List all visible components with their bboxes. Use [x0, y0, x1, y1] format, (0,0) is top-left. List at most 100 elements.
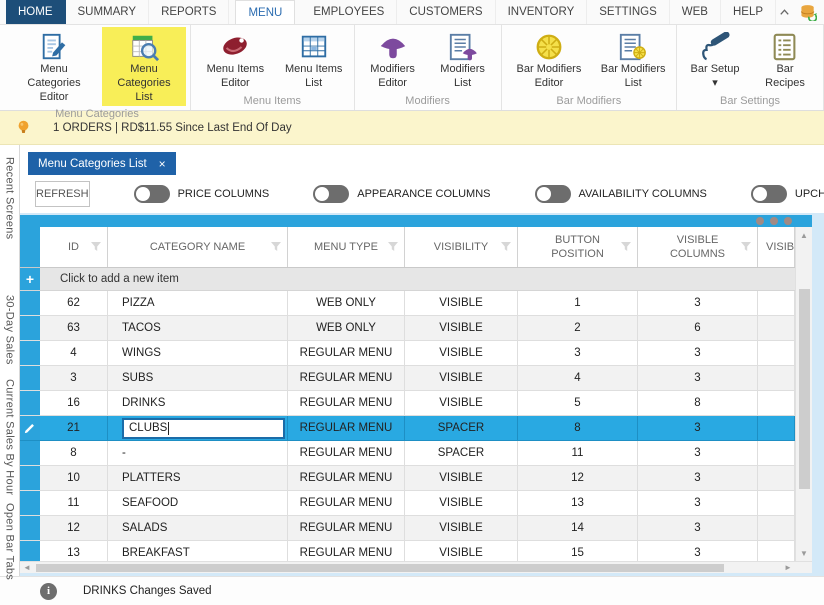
filter-icon[interactable] — [387, 241, 399, 253]
toggle-switch[interactable] — [751, 185, 787, 203]
close-icon[interactable]: × — [159, 157, 166, 171]
cell-id[interactable]: 13 — [40, 541, 108, 561]
cell-button-position[interactable]: 13 — [518, 491, 638, 515]
table-row[interactable]: 3SUBSREGULAR MENUVISIBLE43 — [20, 366, 795, 391]
cell-button-position[interactable]: 4 — [518, 366, 638, 390]
column-header-visible[interactable]: VISIBLE — [758, 227, 795, 267]
cell-visible-columns[interactable]: 8 — [638, 391, 758, 415]
filter-icon[interactable] — [740, 241, 752, 253]
bar-recipes-button[interactable]: Bar Recipes — [751, 27, 819, 93]
cell-button-position[interactable]: 3 — [518, 341, 638, 365]
cell-visible-columns[interactable]: 3 — [638, 366, 758, 390]
cell-visibility[interactable]: SPACER — [405, 441, 518, 465]
menu-items-editor-button[interactable]: Menu Items Editor — [195, 27, 276, 93]
cell-category-name[interactable]: TACOS — [108, 316, 288, 340]
table-row[interactable]: 10PLATTERSREGULAR MENUVISIBLE123 — [20, 466, 795, 491]
cell-visibility[interactable]: SPACER — [405, 416, 518, 440]
cell-id[interactable]: 12 — [40, 516, 108, 540]
cell-visibility[interactable]: VISIBLE — [405, 341, 518, 365]
scroll-right-arrow[interactable]: ► — [781, 563, 795, 572]
cell-menu-type[interactable]: REGULAR MENU — [288, 416, 405, 440]
bar-modifiers-editor-button[interactable]: Bar Modifiers Editor — [506, 27, 593, 93]
cell-extra[interactable] — [758, 491, 795, 515]
table-row[interactable]: 4WINGSREGULAR MENUVISIBLE33 — [20, 341, 795, 366]
table-row[interactable]: 63TACOSWEB ONLYVISIBLE26 — [20, 316, 795, 341]
toggle-switch[interactable] — [313, 185, 349, 203]
modifiers-editor-button[interactable]: Modifiers Editor — [359, 27, 427, 93]
cell-visibility[interactable]: VISIBLE — [405, 516, 518, 540]
cell-id[interactable]: 10 — [40, 466, 108, 490]
cell-visible-columns[interactable]: 3 — [638, 516, 758, 540]
tab-summary[interactable]: SUMMARY — [66, 0, 150, 24]
filter-icon[interactable] — [500, 241, 512, 253]
sidebar-item-open-bar-tabs[interactable]: Open Bar Tabs — [4, 503, 16, 580]
cell-menu-type[interactable]: REGULAR MENU — [288, 466, 405, 490]
cell-category-name[interactable]: - — [108, 441, 288, 465]
horizontal-scrollbar[interactable]: ◄ ► — [20, 561, 812, 573]
tab-inventory[interactable]: INVENTORY — [496, 0, 588, 24]
cell-visibility[interactable]: VISIBLE — [405, 291, 518, 315]
bar-modifiers-list-button[interactable]: Bar Modifiers List — [594, 27, 672, 93]
scroll-left-arrow[interactable]: ◄ — [20, 563, 34, 572]
cell-visible-columns[interactable]: 3 — [638, 441, 758, 465]
cell-visibility[interactable]: VISIBLE — [405, 491, 518, 515]
cell-menu-type[interactable]: REGULAR MENU — [288, 541, 405, 561]
toggle-switch[interactable] — [535, 185, 571, 203]
column-header-menu-type[interactable]: MENU TYPE — [288, 227, 405, 267]
cell-visibility[interactable]: VISIBLE — [405, 366, 518, 390]
cell-extra[interactable] — [758, 341, 795, 365]
cell-category-name[interactable]: CLUBS — [108, 416, 288, 440]
cell-button-position[interactable]: 2 — [518, 316, 638, 340]
sidebar-item-current-sales-by-hour[interactable]: Current Sales By Hour — [4, 379, 16, 495]
table-row[interactable]: 8-REGULAR MENUSPACER113 — [20, 441, 795, 466]
scroll-up-arrow[interactable]: ▲ — [796, 227, 812, 243]
column-header-visible-columns[interactable]: VISIBLE COLUMNS — [638, 227, 758, 267]
cell-id[interactable]: 21 — [40, 416, 108, 440]
cell-extra[interactable] — [758, 316, 795, 340]
cell-visible-columns[interactable]: 3 — [638, 291, 758, 315]
menu-items-list-button[interactable]: Menu Items List — [278, 27, 350, 93]
vertical-scroll-thumb[interactable] — [799, 289, 810, 489]
cell-id[interactable]: 16 — [40, 391, 108, 415]
cell-category-name[interactable]: SALADS — [108, 516, 288, 540]
tab-settings[interactable]: SETTINGS — [587, 0, 670, 24]
cell-visibility[interactable]: VISIBLE — [405, 541, 518, 561]
sidebar-item-30-day-sales[interactable]: 30-Day Sales — [4, 295, 16, 365]
cell-button-position[interactable]: 1 — [518, 291, 638, 315]
vertical-scrollbar[interactable]: ▲ ▼ — [795, 227, 812, 561]
cell-visible-columns[interactable]: 3 — [638, 466, 758, 490]
cell-menu-type[interactable]: REGULAR MENU — [288, 391, 405, 415]
table-row[interactable]: 62PIZZAWEB ONLYVISIBLE13 — [20, 291, 795, 316]
tab-home[interactable]: HOME — [6, 0, 66, 24]
tab-employees[interactable]: EMPLOYEES — [301, 0, 397, 24]
column-header-category-name[interactable]: CATEGORY NAME — [108, 227, 288, 267]
cell-category-name[interactable]: WINGS — [108, 341, 288, 365]
cell-menu-type[interactable]: REGULAR MENU — [288, 341, 405, 365]
cell-extra[interactable] — [758, 291, 795, 315]
filter-icon[interactable] — [90, 241, 102, 253]
menu-categories-editor-button[interactable]: Menu Categories Editor — [8, 27, 100, 106]
scroll-down-arrow[interactable]: ▼ — [796, 545, 812, 561]
cell-category-name[interactable]: SUBS — [108, 366, 288, 390]
column-header-id[interactable]: ID — [40, 227, 108, 267]
cell-category-name[interactable]: SEAFOOD — [108, 491, 288, 515]
cell-visible-columns[interactable]: 3 — [638, 491, 758, 515]
cell-button-position[interactable]: 15 — [518, 541, 638, 561]
bar-setup-button[interactable]: Bar Setup ▾ — [681, 27, 749, 93]
table-row[interactable]: 12SALADSREGULAR MENUVISIBLE143 — [20, 516, 795, 541]
tab-help[interactable]: HELP — [721, 0, 776, 24]
modifiers-list-button[interactable]: Modifiers List — [429, 27, 497, 93]
table-row[interactable]: 13BREAKFASTREGULAR MENUVISIBLE153 — [20, 541, 795, 561]
cell-visible-columns[interactable]: 3 — [638, 416, 758, 440]
cell-extra[interactable] — [758, 441, 795, 465]
cell-button-position[interactable]: 12 — [518, 466, 638, 490]
cell-extra[interactable] — [758, 516, 795, 540]
column-header-visibility[interactable]: VISIBILITY — [405, 227, 518, 267]
cell-visible-columns[interactable]: 6 — [638, 316, 758, 340]
cell-menu-type[interactable]: REGULAR MENU — [288, 516, 405, 540]
cell-button-position[interactable]: 8 — [518, 416, 638, 440]
menu-categories-list-button[interactable]: Menu Categories List — [102, 27, 186, 106]
cell-extra[interactable] — [758, 366, 795, 390]
cell-category-name[interactable]: DRINKS — [108, 391, 288, 415]
cell-visibility[interactable]: VISIBLE — [405, 316, 518, 340]
